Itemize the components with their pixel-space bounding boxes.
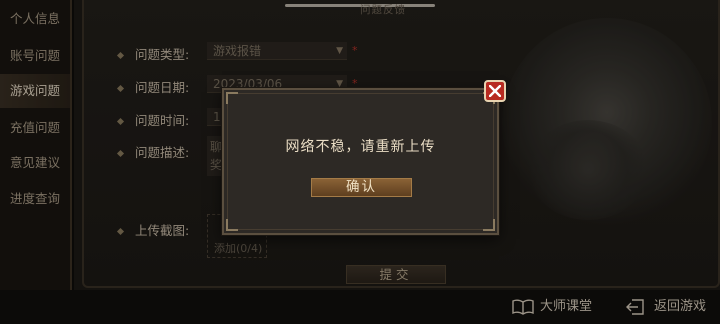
corner-ornament [226,92,238,104]
return-icon [626,299,644,315]
error-dialog: 网络不稳，请重新上传 确认 [222,88,499,235]
corner-ornament [226,219,238,231]
close-icon [489,85,501,97]
master-class-label: 大师课堂 [540,299,593,314]
book-icon [512,299,534,315]
dialog-inner-frame [227,93,494,230]
return-game-button[interactable]: 返回游戏 [626,296,718,318]
close-button[interactable] [484,80,506,102]
master-class-button[interactable]: 大师课堂 [512,296,612,318]
confirm-button[interactable]: 确认 [311,178,412,197]
dialog-message: 网络不稳，请重新上传 [285,139,436,155]
corner-ornament [483,219,495,231]
bottom-bar [0,290,720,324]
return-game-label: 返回游戏 [654,299,707,314]
